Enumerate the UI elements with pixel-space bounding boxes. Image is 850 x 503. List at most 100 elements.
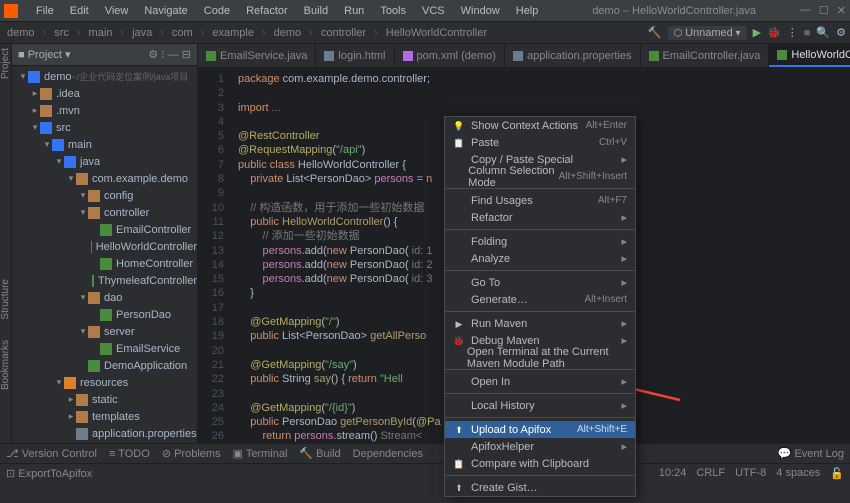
context-menu-item[interactable]: Find UsagesAlt+F7	[445, 192, 635, 209]
tree-node[interactable]: ▾server	[12, 323, 197, 340]
file-encoding[interactable]: UTF-8	[735, 467, 766, 480]
tree-node[interactable]: ▾java	[12, 153, 197, 170]
breadcrumb-segment[interactable]: com	[169, 26, 196, 40]
event-log-button[interactable]: 💬 Event Log	[778, 447, 844, 460]
tree-node[interactable]: HomeController	[12, 255, 197, 272]
breadcrumb-segment[interactable]: demo	[4, 26, 38, 40]
context-menu-item[interactable]: Analyze▸	[445, 250, 635, 267]
menu-build[interactable]: Build	[298, 3, 334, 19]
tree-node[interactable]: ThymeleafController	[12, 272, 197, 289]
project-tree[interactable]: ▾demo ~/企业代码定位案例/java项目▸.idea▸.mvn▾src▾m…	[12, 66, 197, 443]
bottom-tool-strip: ⎇ Version Control ≡ TODO ⊘ Problems ▣ Te…	[0, 443, 850, 463]
menu-file[interactable]: File	[30, 3, 60, 19]
context-menu-item[interactable]: Refactor▸	[445, 209, 635, 226]
menu-refactor[interactable]: Refactor	[240, 3, 294, 19]
tree-node[interactable]: ▾controller	[12, 204, 197, 221]
project-settings-icon[interactable]: ⚙ ⁝ — ⊟	[148, 48, 191, 61]
menu-vcs[interactable]: VCS	[416, 3, 451, 19]
menu-code[interactable]: Code	[198, 3, 236, 19]
context-menu-item[interactable]: ⬆Upload to ApifoxAlt+Shift+E	[445, 421, 635, 438]
tree-node[interactable]: HelloWorldController	[12, 238, 197, 255]
context-menu-item[interactable]: ▶Run Maven▸	[445, 315, 635, 332]
breadcrumb-segment[interactable]: src	[51, 26, 72, 40]
menu-navigate[interactable]: Navigate	[138, 3, 193, 19]
project-tool-button[interactable]: Project	[0, 48, 11, 79]
editor-tab[interactable]: login.html	[316, 44, 394, 67]
minimize-icon[interactable]: —	[800, 4, 811, 17]
editor-tab[interactable]: EmailService.java	[198, 44, 316, 67]
run-configuration[interactable]: ⬡ Unnamed ▾	[668, 26, 747, 40]
build-icon[interactable]: 🔨	[648, 26, 662, 39]
context-menu-item[interactable]: 💡Show Context ActionsAlt+Enter	[445, 117, 635, 134]
editor-tab[interactable]: EmailController.java	[641, 44, 770, 67]
menu-item-label: Analyze	[471, 253, 510, 265]
breadcrumb-segment[interactable]: main	[86, 26, 116, 40]
dependencies-tool-button[interactable]: Dependencies	[353, 448, 423, 460]
context-menu-item[interactable]: Open In▸	[445, 373, 635, 390]
settings-icon[interactable]: ⚙	[836, 26, 846, 39]
tree-node[interactable]: ▸.mvn	[12, 102, 197, 119]
tree-node[interactable]: banner.txt	[12, 442, 197, 443]
line-separator[interactable]: CRLF	[696, 467, 725, 480]
context-menu-item[interactable]: Open Terminal at the Current Maven Modul…	[445, 349, 635, 366]
breadcrumb-segment[interactable]: HelloWorldController	[383, 26, 490, 40]
structure-tool-button[interactable]: Structure	[0, 279, 11, 320]
tree-node[interactable]: ▾demo ~/企业代码定位案例/java项目	[12, 68, 197, 85]
tree-node[interactable]: ▸templates	[12, 408, 197, 425]
navigation-bar: demo›src›main›java›com›example›demo›cont…	[0, 22, 850, 44]
cursor-position[interactable]: 10:24	[659, 467, 687, 480]
context-menu-item[interactable]: Column Selection ModeAlt+Shift+Insert	[445, 168, 635, 185]
stop-icon[interactable]: ■	[804, 27, 811, 39]
menu-help[interactable]: Help	[510, 3, 545, 19]
tree-node[interactable]: ▾config	[12, 187, 197, 204]
tree-node[interactable]: EmailService	[12, 340, 197, 357]
breadcrumb-segment[interactable]: java	[129, 26, 155, 40]
context-menu-item[interactable]: 📋PasteCtrl+V	[445, 134, 635, 151]
tree-node[interactable]: PersonDao	[12, 306, 197, 323]
indent-info[interactable]: 4 spaces	[776, 467, 820, 480]
context-menu-item[interactable]: ApifoxHelper▸	[445, 438, 635, 455]
menu-tools[interactable]: Tools	[374, 3, 412, 19]
maximize-icon[interactable]: ☐	[819, 4, 829, 17]
menu-window[interactable]: Window	[455, 3, 506, 19]
context-menu-item[interactable]: ⬆Create Gist…	[445, 479, 635, 496]
breadcrumb-segment[interactable]: demo	[271, 26, 305, 40]
breadcrumb-segment[interactable]: controller	[318, 26, 369, 40]
context-menu-item[interactable]: Generate…Alt+Insert	[445, 291, 635, 308]
more-run-icon[interactable]: ⋮	[787, 26, 798, 39]
tree-node[interactable]: ▾main	[12, 136, 197, 153]
breadcrumb-segment[interactable]: example	[209, 26, 257, 40]
menu-edit[interactable]: Edit	[64, 3, 95, 19]
context-menu-item[interactable]: Go To▸	[445, 274, 635, 291]
tree-node[interactable]: ▾dao	[12, 289, 197, 306]
editor-tab[interactable]: pom.xml (demo)	[395, 44, 505, 67]
todo-tool-button[interactable]: ≡ TODO	[109, 448, 150, 460]
menu-view[interactable]: View	[99, 3, 135, 19]
context-menu-item[interactable]: Folding▸	[445, 233, 635, 250]
build-tool-button[interactable]: 🔨 Build	[299, 447, 340, 460]
problems-tool-button[interactable]: ⊘ Problems	[162, 447, 221, 460]
breadcrumb[interactable]: demo›src›main›java›com›example›demo›cont…	[4, 26, 490, 40]
tree-node[interactable]: DemoApplication	[12, 357, 197, 374]
readonly-icon[interactable]: 🔓	[830, 467, 844, 480]
context-menu-item[interactable]: Local History▸	[445, 397, 635, 414]
tree-node[interactable]: ▾com.example.demo	[12, 170, 197, 187]
vcs-tool-button[interactable]: ⎇ Version Control	[6, 447, 97, 460]
terminal-tool-button[interactable]: ▣ Terminal	[233, 447, 288, 460]
menu-shortcut: Alt+Insert	[584, 294, 627, 305]
editor-tab[interactable]: application.properties	[505, 44, 641, 67]
search-icon[interactable]: 🔍	[816, 26, 830, 39]
run-icon[interactable]: ▶	[753, 26, 761, 39]
context-menu-item[interactable]: 📋Compare with Clipboard	[445, 455, 635, 472]
tree-node[interactable]: ▾src	[12, 119, 197, 136]
tree-node[interactable]: EmailController	[12, 221, 197, 238]
tree-node[interactable]: application.properties	[12, 425, 197, 442]
debug-icon[interactable]: 🐞	[767, 26, 781, 39]
tree-node[interactable]: ▸.idea	[12, 85, 197, 102]
menu-run[interactable]: Run	[338, 3, 370, 19]
close-icon[interactable]: ✕	[837, 4, 846, 17]
tree-node[interactable]: ▾resources	[12, 374, 197, 391]
bookmarks-tool-button[interactable]: Bookmarks	[0, 340, 11, 390]
tree-node[interactable]: ▸static	[12, 391, 197, 408]
editor-tab[interactable]: HelloWorldController.java	[769, 44, 850, 67]
